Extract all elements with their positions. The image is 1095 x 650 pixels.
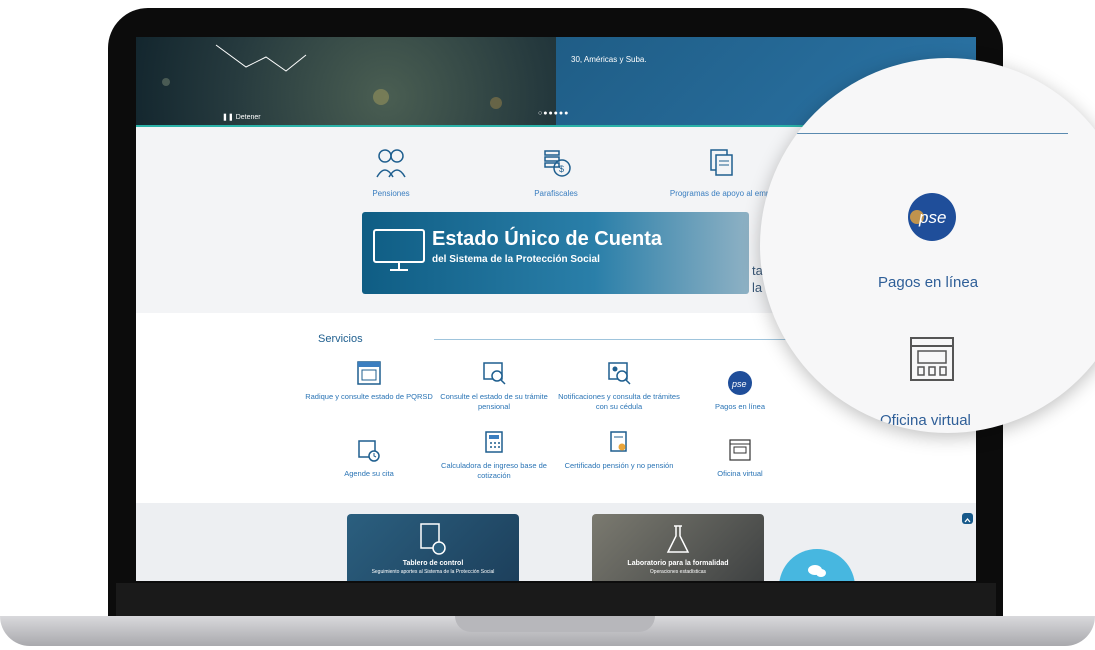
tablero-control-card[interactable]: Tablero de control Seguimiento aportes a…: [347, 514, 519, 581]
hero-map-image: [136, 37, 556, 127]
virtual-office-icon: [729, 439, 751, 461]
card-title: Laboratorio para la formalidad: [627, 560, 729, 567]
calendar-clock-icon: [358, 440, 380, 462]
certificate-icon: [610, 431, 627, 452]
zoom-divider: [788, 133, 1068, 134]
banner-subtitle: del Sistema de la Protección Social: [432, 254, 600, 265]
service-label: Calculadora de ingreso base de cotizació…: [441, 461, 547, 480]
form-window-icon: [357, 361, 381, 385]
partial-text-line2: la: [752, 280, 763, 295]
service-agende-cita[interactable]: Agende su cita: [304, 437, 434, 479]
map-outline-icon: [162, 44, 502, 109]
service-label: Oficina virtual: [717, 469, 763, 478]
category-parafiscales[interactable]: $ Parafiscales: [481, 145, 631, 198]
svg-text:$: $: [559, 164, 564, 174]
card-subtitle: Seguimiento aportes al Sistema de la Pro…: [371, 569, 495, 575]
calculator-icon: [485, 431, 503, 453]
service-label: Pagos en línea: [714, 402, 766, 411]
service-oficina-virtual[interactable]: Oficina virtual: [675, 437, 805, 479]
carousel-indicators[interactable]: ○●●●●●: [538, 110, 569, 117]
pause-label: Detener: [235, 114, 261, 121]
chevron-up-icon: [964, 517, 971, 523]
monitor-icon: [373, 229, 425, 271]
laboratorio-card[interactable]: Laboratorio para la formalidad Operacion…: [592, 514, 764, 581]
pse-icon: pse: [728, 371, 752, 395]
card-subtitle: Operaciones estadísticas: [649, 569, 707, 575]
service-notificaciones[interactable]: Notificaciones y consulta de trámites co…: [554, 360, 684, 412]
pause-icon: ❚❚: [222, 114, 234, 121]
laptop-notch: [455, 616, 655, 632]
estado-unico-banner[interactable]: Estado Único de Cuenta del Sistema de la…: [362, 212, 749, 294]
service-label: Certificado pensión y no pensión: [564, 461, 674, 470]
coins-icon: $: [544, 150, 571, 177]
zoom-pagos-label[interactable]: Pagos en línea: [878, 274, 978, 291]
banner-title: Estado Único de Cuenta: [432, 228, 663, 250]
svg-text:pse: pse: [731, 379, 747, 389]
zoom-virtual-office-icon[interactable]: [907, 334, 957, 384]
category-label: Programas de apoyo al empl: [669, 189, 773, 198]
category-label: Pensiones: [372, 189, 410, 198]
chat-bubbles-icon: [808, 565, 826, 577]
service-label: Agende su cita: [344, 469, 394, 478]
category-label: Parafiscales: [534, 189, 578, 198]
service-certificado[interactable]: Certificado pensión y no pensión: [554, 429, 684, 471]
service-calculadora[interactable]: Calculadora de ingreso base de cotizació…: [429, 429, 559, 481]
id-search-icon: [608, 362, 631, 385]
pause-carousel-button[interactable]: ❚❚ Detener: [222, 113, 261, 121]
flask-icon: [666, 525, 690, 553]
category-pensiones[interactable]: Pensiones: [316, 145, 466, 198]
laptop-bezel: [116, 583, 996, 617]
documents-icon: [710, 149, 733, 176]
scroll-top-button[interactable]: [962, 513, 973, 524]
pse-logo-icon[interactable]: pse: [907, 192, 957, 242]
document-search-icon: [483, 362, 506, 385]
svg-text:pse: pse: [918, 208, 946, 227]
card-title: Tablero de control: [402, 560, 464, 567]
service-pqrsd[interactable]: Radique y consulte estado de PQRSD: [304, 360, 434, 402]
hero-caption: 30, Américas y Suba.: [571, 55, 647, 64]
service-label: Notificaciones y consulta de trámites co…: [558, 392, 680, 411]
service-pagos-en-linea[interactable]: pse Pagos en línea: [675, 370, 805, 412]
elderly-people-icon: [376, 149, 406, 178]
service-label: Radique y consulte estado de PQRSD: [305, 392, 433, 401]
servicios-divider: [434, 339, 794, 340]
service-label: Consulte el estado de su trámite pension…: [440, 392, 548, 411]
chart-document-icon: [420, 523, 446, 555]
zoom-oficina-label[interactable]: Oficina virtual: [880, 412, 971, 429]
servicios-heading: Servicios: [318, 333, 363, 345]
service-tramite-pensional[interactable]: Consulte el estado de su trámite pension…: [429, 360, 559, 412]
